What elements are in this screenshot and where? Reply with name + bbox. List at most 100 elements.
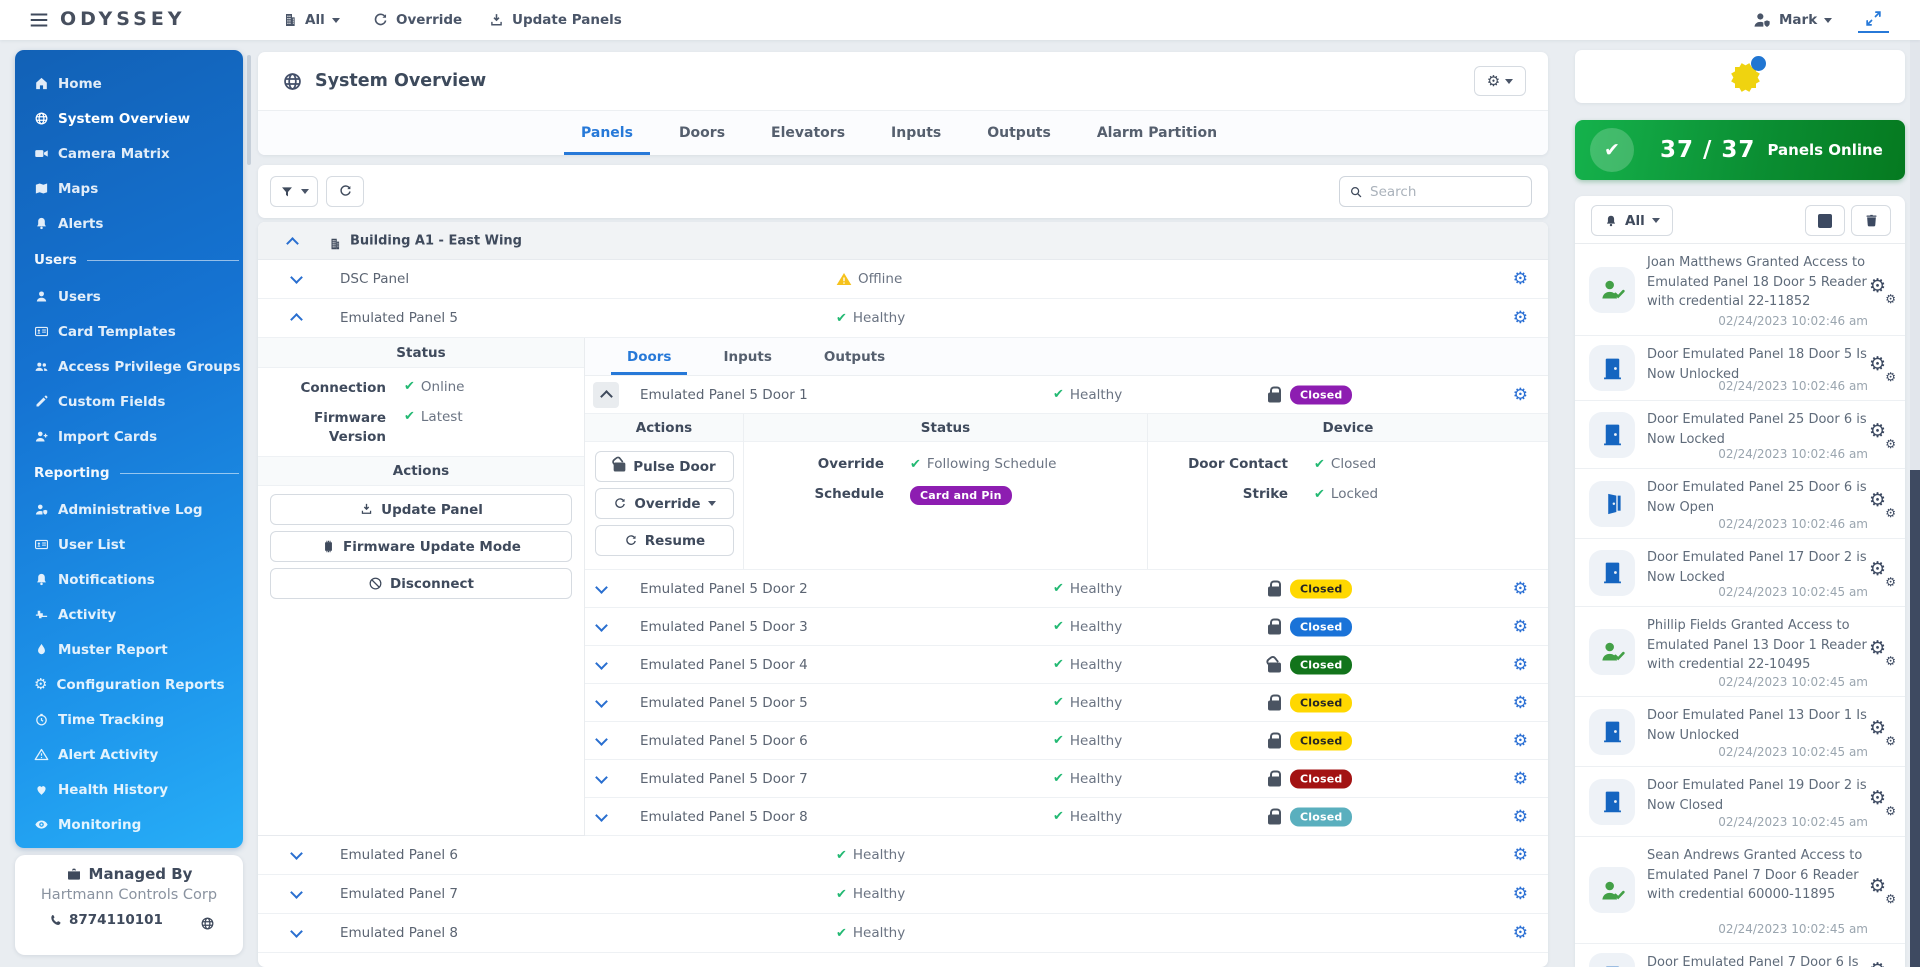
sidebar-item-maps[interactable]: Maps [15,171,243,206]
feed-item[interactable]: Door Emulated Panel 19 Door 2 is Now Clo… [1575,767,1905,837]
gear-icon[interactable]: ⚙ [1513,385,1528,405]
expand-panel-button[interactable] [1858,8,1889,33]
feed-item[interactable]: Door Emulated Panel 7 Door 6 Is ⚙⚙ [1575,944,1905,967]
gear-icon[interactable]: ⚙ [1513,693,1528,713]
clear-feed-button[interactable] [1851,205,1891,236]
door-row-2[interactable]: Emulated Panel 5 Door 2✔HealthyClosed⚙ [585,570,1548,608]
tab-outputs[interactable]: Outputs [798,338,911,375]
sidebar-item-card-templates[interactable]: Card Templates [15,314,243,349]
sidebar-scrollbar[interactable] [247,55,251,165]
chevron-down-icon[interactable] [595,771,608,784]
door-row-8[interactable]: Emulated Panel 5 Door 8✔HealthyClosed⚙ [585,798,1548,836]
override-button[interactable]: Override [372,0,462,40]
feed-item[interactable]: Door Emulated Panel 13 Door 1 Is Now Unl… [1575,697,1905,767]
tab-doors[interactable]: Doors [656,111,748,155]
gears-icon[interactable]: ⚙⚙ [1869,423,1895,447]
gears-icon[interactable]: ⚙⚙ [1869,720,1895,744]
chevron-up-icon[interactable] [290,313,303,326]
door-resume-button[interactable]: Resume [595,525,734,556]
feed-item[interactable]: Door Emulated Panel 25 Door 6 is Now Loc… [1575,401,1905,469]
sidebar-item-users[interactable]: Users [15,279,243,314]
gears-icon[interactable]: ⚙⚙ [1869,790,1895,814]
sidebar-item-monitoring[interactable]: Monitoring [15,807,243,842]
pause-feed-button[interactable] [1805,205,1845,236]
chevron-up-icon[interactable] [286,237,299,250]
chevron-down-icon[interactable] [290,925,303,938]
chevron-down-icon[interactable] [595,619,608,632]
gears-icon[interactable]: ⚙⚙ [1869,356,1895,380]
website-link[interactable] [200,913,215,932]
tab-inputs[interactable]: Inputs [697,338,797,375]
door-row-3[interactable]: Emulated Panel 5 Door 3✔HealthyClosed⚙ [585,608,1548,646]
sidebar-item-activity[interactable]: Activity [15,597,243,632]
pulse-door-button[interactable]: Pulse Door [595,451,734,482]
gear-icon[interactable]: ⚙ [1513,769,1528,789]
sidebar-item-custom-fields[interactable]: Custom Fields [15,384,243,419]
panel-row-emulated-6[interactable]: Emulated Panel 6 ✔Healthy ⚙ [258,836,1548,875]
chevron-down-icon[interactable] [595,581,608,594]
user-menu[interactable]: Mark [1752,0,1832,40]
tab-outputs[interactable]: Outputs [964,111,1074,155]
sidebar-item-configuration-reports[interactable]: ⚙Configuration Reports [15,667,243,702]
sidebar-item-health-history[interactable]: Health History [15,772,243,807]
tab-elevators[interactable]: Elevators [748,111,868,155]
gears-icon[interactable]: ⚙⚙ [1869,278,1895,302]
feed-item[interactable]: Door Emulated Panel 25 Door 6 is Now Ope… [1575,469,1905,539]
door-row-4[interactable]: Emulated Panel 5 Door 4✔HealthyClosed⚙ [585,646,1548,684]
gear-icon[interactable]: ⚙ [1513,655,1528,675]
chevron-down-icon[interactable] [595,809,608,822]
firmware-update-mode-button[interactable]: Firmware Update Mode [270,531,572,562]
tab-alarm-partition[interactable]: Alarm Partition [1074,111,1240,155]
feed-item[interactable]: Sean Andrews Granted Access to Emulated … [1575,837,1905,944]
sidebar-item-camera-matrix[interactable]: Camera Matrix [15,136,243,171]
disconnect-button[interactable]: Disconnect [270,568,572,599]
panel-row-emulated-7[interactable]: Emulated Panel 7 ✔Healthy ⚙ [258,875,1548,914]
door-row-7[interactable]: Emulated Panel 5 Door 7✔HealthyClosed⚙ [585,760,1548,798]
gears-icon[interactable]: ⚙⚙ [1869,640,1895,664]
chevron-down-icon[interactable] [595,733,608,746]
gear-icon[interactable]: ⚙ [1513,617,1528,637]
hamburger-menu-icon[interactable] [28,9,50,31]
tab-panels[interactable]: Panels [558,111,656,155]
sidebar-item-alerts[interactable]: Alerts [15,206,243,241]
gear-icon[interactable]: ⚙ [1513,923,1528,943]
refresh-button[interactable] [326,176,364,207]
door-row-1[interactable]: Emulated Panel 5 Door 1 ✔Healthy Closed … [585,376,1548,414]
scrollbar-thumb[interactable] [1910,470,1920,967]
sidebar-item-home[interactable]: Home [15,66,243,101]
chevron-down-icon[interactable] [290,271,303,284]
feed-item[interactable]: Joan Matthews Granted Access to Emulated… [1575,244,1905,336]
gear-icon[interactable]: ⚙ [1513,845,1528,865]
sidebar-item-user-list[interactable]: User List [15,527,243,562]
chevron-down-icon[interactable] [595,657,608,670]
gear-icon[interactable]: ⚙ [1513,269,1528,289]
feed-item[interactable]: Door Emulated Panel 18 Door 5 Is Now Unl… [1575,336,1905,401]
door-row-6[interactable]: Emulated Panel 5 Door 6✔HealthyClosed⚙ [585,722,1548,760]
sidebar-item-alert-activity[interactable]: Alert Activity [15,737,243,772]
tab-doors[interactable]: Doors [601,338,697,375]
gears-icon[interactable]: ⚙⚙ [1869,492,1895,516]
sidebar-item-import-cards[interactable]: Import Cards [15,419,243,454]
page-settings-button[interactable]: ⚙ [1474,66,1526,96]
gear-icon[interactable]: ⚙ [1513,579,1528,599]
gear-icon[interactable]: ⚙ [1513,884,1528,904]
feed-filter-dropdown[interactable]: All [1591,205,1673,236]
gear-icon[interactable]: ⚙ [1513,731,1528,751]
search-input[interactable] [1370,184,1522,200]
sidebar-item-notifications[interactable]: Notifications [15,562,243,597]
update-panels-button[interactable]: Update Panels [488,0,622,40]
sidebar-item-administrative-log[interactable]: Administrative Log [15,492,243,527]
tab-inputs[interactable]: Inputs [868,111,964,155]
scope-dropdown[interactable]: All [282,0,340,40]
gears-icon[interactable]: ⚙⚙ [1869,878,1895,902]
collapse-door-button[interactable] [593,382,619,408]
panel-row-dsc[interactable]: DSC Panel Offline ⚙ [258,260,1548,299]
gear-icon[interactable]: ⚙ [1513,807,1528,827]
panel-row-emulated-8[interactable]: Emulated Panel 8 ✔Healthy ⚙ [258,914,1548,953]
sidebar-item-muster-report[interactable]: Muster Report [15,632,243,667]
gear-icon[interactable]: ⚙ [1513,308,1528,328]
panel-row-emulated-5[interactable]: Emulated Panel 5 ✔Healthy ⚙ [258,299,1548,338]
door-override-button[interactable]: Override [595,488,734,519]
phone-link[interactable]: 8774110101 [49,912,163,928]
gears-icon[interactable]: ⚙⚙ [1869,561,1895,585]
